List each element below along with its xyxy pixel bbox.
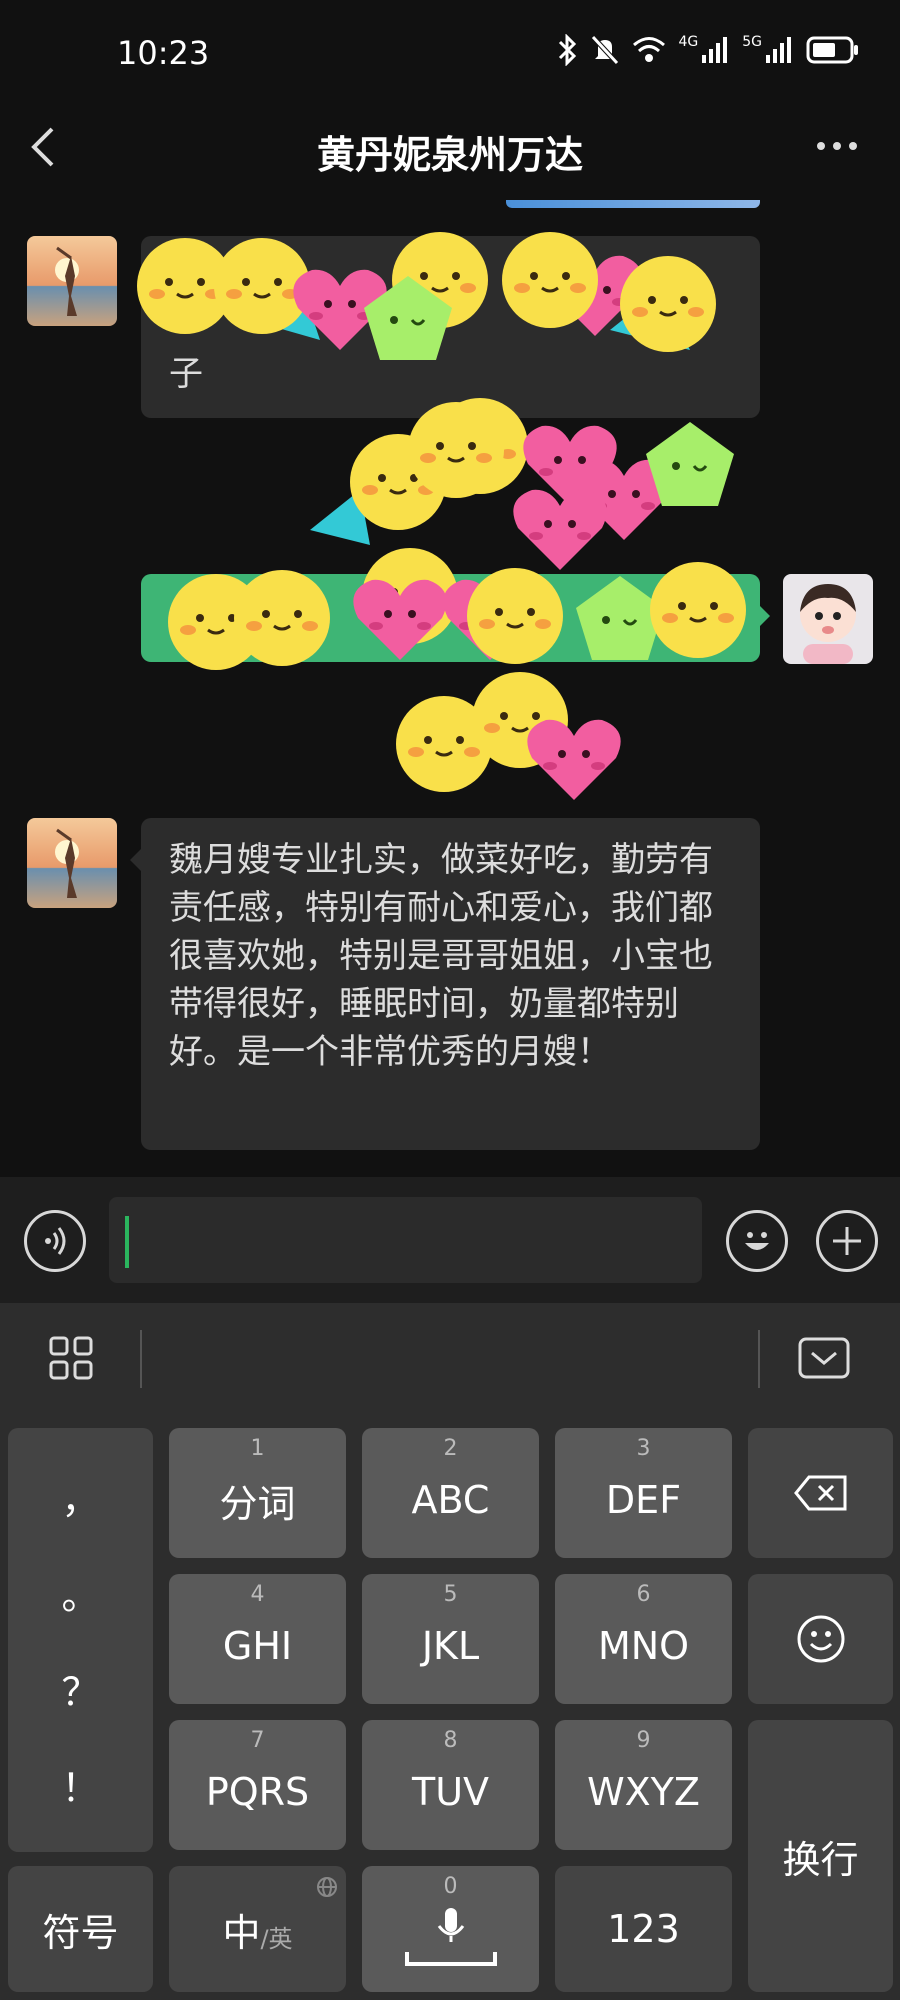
backspace-icon	[793, 1475, 846, 1511]
hide-keyboard-button[interactable]	[798, 1337, 850, 1383]
text-caret	[125, 1216, 129, 1268]
number-key[interactable]: 123	[555, 1866, 732, 1992]
punct-question[interactable]: ？	[61, 1661, 99, 1716]
emoji-key[interactable]	[748, 1574, 893, 1704]
signal-icon	[766, 37, 791, 63]
punct-exclaim[interactable]: ！	[61, 1757, 99, 1812]
keyboard-menu-button[interactable]	[48, 1335, 94, 1385]
sticker-overlay	[135, 230, 748, 800]
divider	[140, 1330, 142, 1388]
microphone-icon	[404, 1908, 497, 1966]
more-options-icon[interactable]	[815, 138, 859, 154]
smiley-icon	[745, 1232, 769, 1250]
punct-comma[interactable]: ，	[61, 1469, 99, 1524]
emoji-button[interactable]	[726, 1210, 788, 1272]
chevron-down-icon	[798, 1337, 850, 1379]
chat-area: 子 魏月嫂专业扎实，做菜好吃，勤劳有责任感，特别有耐心和爱心，我们都很喜欢她，特…	[0, 200, 900, 1177]
key-4[interactable]: 4 GHI	[169, 1574, 346, 1704]
globe-icon	[317, 1877, 337, 1897]
wifi-icon	[633, 37, 666, 62]
lang-main-label: 中	[222, 1910, 261, 1955]
signal-icon	[702, 37, 728, 63]
mute-icon	[591, 35, 620, 65]
key-2[interactable]: 2 ABC	[362, 1428, 539, 1558]
plus-icon	[833, 1227, 861, 1255]
grid-icon	[49, 1336, 93, 1380]
symbols-key[interactable]: 符号	[8, 1866, 153, 1992]
key-7[interactable]: 7 PQRS	[169, 1720, 346, 1850]
backspace-key[interactable]	[748, 1428, 893, 1558]
key-8[interactable]: 8 TUV	[362, 1720, 539, 1850]
punctuation-column[interactable]: ， 。 ？ ！	[8, 1428, 153, 1852]
punct-period[interactable]: 。	[61, 1565, 99, 1620]
lang-sub-label: /英	[260, 1924, 293, 1953]
status-time: 10:23	[117, 34, 210, 72]
network-type-label: 4G	[678, 34, 699, 50]
space-key[interactable]: 0	[362, 1866, 539, 1992]
bluetooth-icon	[559, 34, 577, 66]
smiley-icon	[797, 1615, 844, 1663]
status-icons: 4G 5G	[556, 34, 860, 66]
enter-key[interactable]: 换行	[748, 1720, 893, 1992]
battery-icon	[806, 36, 858, 64]
network-type-label: 5G	[742, 34, 762, 50]
key-9[interactable]: 9 WXYZ	[555, 1720, 732, 1850]
voice-icon	[45, 1227, 66, 1255]
divider	[758, 1330, 760, 1388]
key-6[interactable]: 6 MNO	[555, 1574, 732, 1704]
message-input[interactable]	[109, 1197, 702, 1283]
key-5[interactable]: 5 JKL	[362, 1574, 539, 1704]
more-button[interactable]	[816, 1210, 878, 1272]
key-3[interactable]: 3 DEF	[555, 1428, 732, 1558]
voice-input-button[interactable]	[24, 1210, 86, 1272]
key-1[interactable]: 1 分词	[169, 1428, 346, 1558]
language-switch-key[interactable]: 中/英	[169, 1866, 346, 1992]
page-title: 黄丹妮泉州万达	[316, 133, 583, 177]
